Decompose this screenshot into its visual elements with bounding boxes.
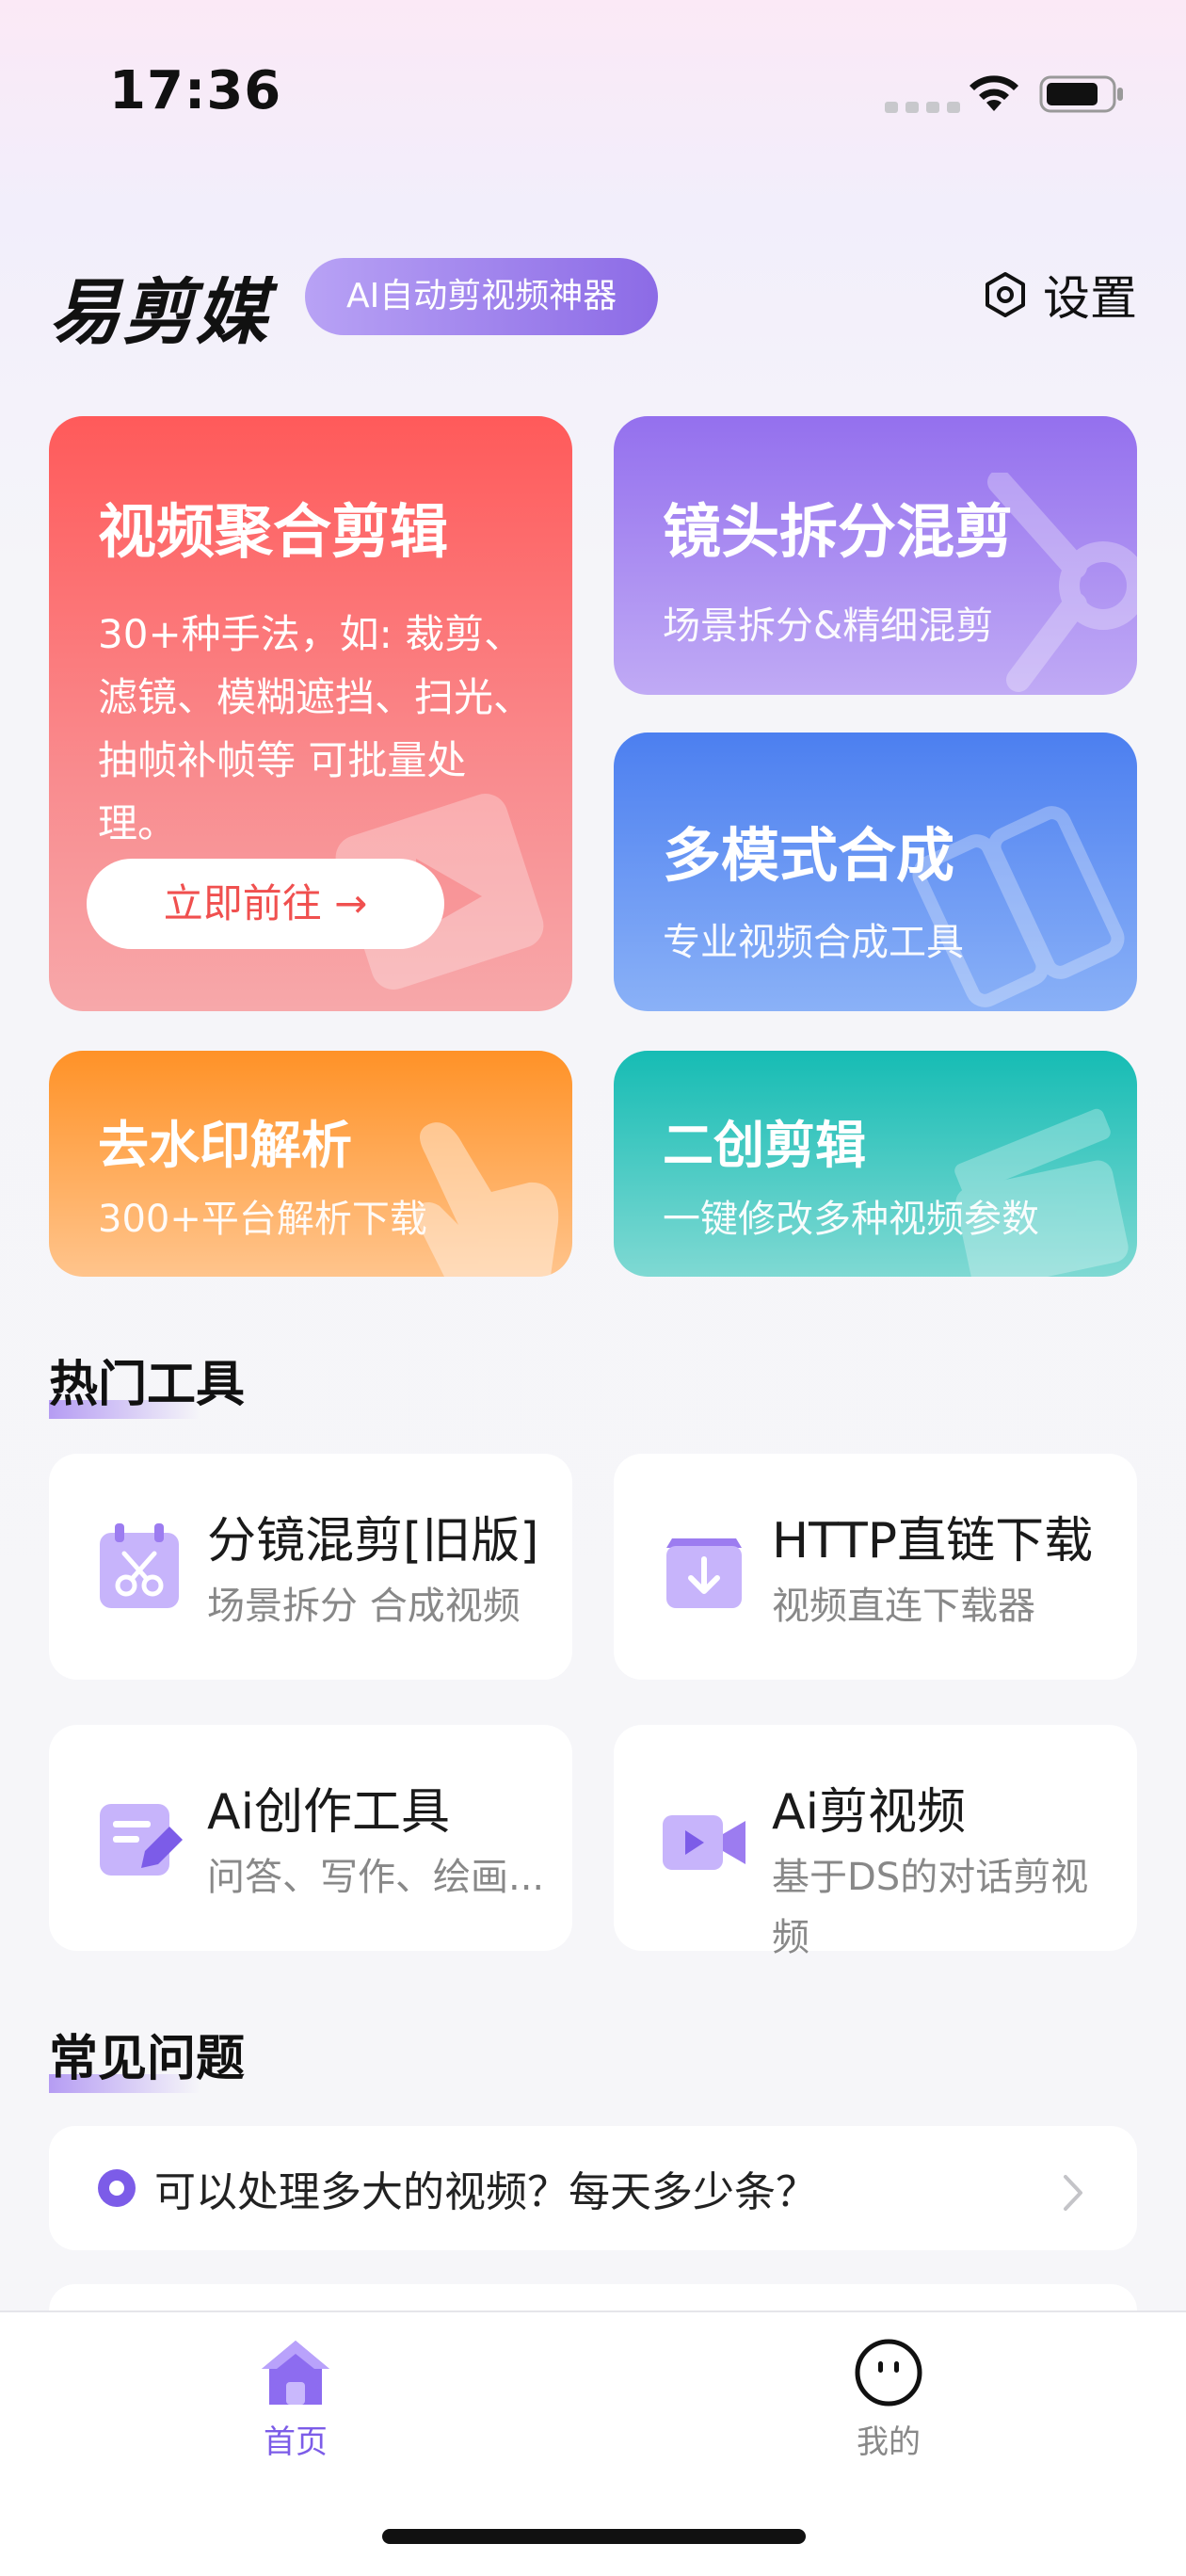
download-box-icon xyxy=(666,1538,742,1608)
feature-card-watermark-remove[interactable]: 去水印解析 300+平台解析下载 xyxy=(49,1051,572,1277)
tool-storyboard-mix-legacy[interactable]: 分镜混剪[旧版] 场景拆分 合成视频 xyxy=(49,1454,572,1680)
faq-heading: 常见问题 xyxy=(49,2019,246,2093)
faq-title: 常见问题 xyxy=(49,2031,246,2087)
card-title: 视频聚合剪辑 xyxy=(98,497,449,566)
radio-bullet-icon xyxy=(98,2169,136,2207)
hot-tools-heading: 热门工具 xyxy=(49,1344,246,1419)
settings-button[interactable]: 设置 xyxy=(981,262,1137,328)
faq-item[interactable]: 可以处理多大的视频？每天多少条？ xyxy=(49,2126,1137,2250)
tool-name: Ai剪视频 xyxy=(772,1784,967,1841)
tool-name: HTTP直链下载 xyxy=(772,1513,1094,1570)
card-title: 多模式合成 xyxy=(663,821,955,890)
settings-hexagon-icon xyxy=(986,272,1025,317)
tool-name: Ai创作工具 xyxy=(207,1784,451,1841)
tool-desc: 问答、写作、绘画... xyxy=(207,1856,545,1899)
hot-tools-title: 热门工具 xyxy=(49,1357,246,1413)
app-header: 易剪媒 AI自动剪视频神器 设置 xyxy=(49,245,1137,354)
tool-desc: 基于DS的对话剪视频 xyxy=(772,1856,1089,1959)
slogan-badge: AI自动剪视频神器 xyxy=(305,258,659,335)
feature-card-derivative-edit[interactable]: 二创剪辑 一键修改多种视频参数 xyxy=(614,1051,1137,1277)
feature-card-shot-split-mix[interactable]: 镜头拆分混剪 场景拆分&精细混剪 xyxy=(614,416,1137,695)
go-now-button[interactable]: 立即前往 → xyxy=(87,859,444,949)
wifi-icon xyxy=(970,75,1018,111)
status-bar: 17:36 xyxy=(0,0,1186,188)
card-description: 30+种手法，如: 裁剪、滤镜、模糊遮挡、扫光、抽帧补帧等 可批量处理。 xyxy=(98,611,534,846)
card-subtitle: 场景拆分&精细混剪 xyxy=(663,604,994,648)
chevron-right-icon xyxy=(1064,2175,1082,2211)
tab-mine-label: 我的 xyxy=(857,2423,921,2461)
home-icon xyxy=(262,2341,329,2405)
feature-card-multi-mode-compose[interactable]: 多模式合成 专业视频合成工具 xyxy=(614,733,1137,1011)
edit-document-icon xyxy=(100,1804,183,1876)
app-logo: 易剪媒 xyxy=(49,270,269,354)
card-subtitle: 专业视频合成工具 xyxy=(663,921,964,964)
video-camera-icon xyxy=(663,1815,745,1870)
status-time: 17:36 xyxy=(109,60,282,121)
card-title: 去水印解析 xyxy=(98,1116,352,1175)
card-subtitle: 300+平台解析下载 xyxy=(98,1198,427,1241)
feature-card-video-aggregate-edit[interactable]: 视频聚合剪辑 30+种手法，如: 裁剪、滤镜、模糊遮挡、扫光、抽帧补帧等 可批量… xyxy=(49,416,572,1011)
user-face-icon xyxy=(855,2339,922,2407)
tab-home[interactable]: 首页 xyxy=(201,2335,390,2462)
tool-desc: 视频直连下载器 xyxy=(772,1585,1035,1628)
tool-name: 分镜混剪[旧版] xyxy=(207,1513,539,1570)
tab-home-label: 首页 xyxy=(264,2423,328,2461)
card-title: 二创剪辑 xyxy=(663,1116,866,1175)
settings-label: 设置 xyxy=(1043,271,1137,326)
tool-ai-video-edit[interactable]: Ai剪视频 基于DS的对话剪视频 xyxy=(614,1725,1137,1959)
home-indicator xyxy=(382,2529,806,2544)
card-subtitle: 一键修改多种视频参数 xyxy=(663,1198,1039,1241)
tool-http-direct-download[interactable]: HTTP直链下载 视频直连下载器 xyxy=(614,1454,1137,1680)
card-title: 镜头拆分混剪 xyxy=(663,497,1014,566)
tool-ai-creation[interactable]: Ai创作工具 问答、写作、绘画... xyxy=(49,1725,572,1951)
signal-dots-icon xyxy=(885,102,960,113)
tab-mine[interactable]: 我的 xyxy=(794,2335,983,2462)
scissors-calendar-icon xyxy=(100,1523,179,1608)
tool-desc: 场景拆分 合成视频 xyxy=(207,1585,521,1628)
battery-icon xyxy=(1039,75,1123,113)
faq-question: 可以处理多大的视频？每天多少条？ xyxy=(154,2168,817,2216)
